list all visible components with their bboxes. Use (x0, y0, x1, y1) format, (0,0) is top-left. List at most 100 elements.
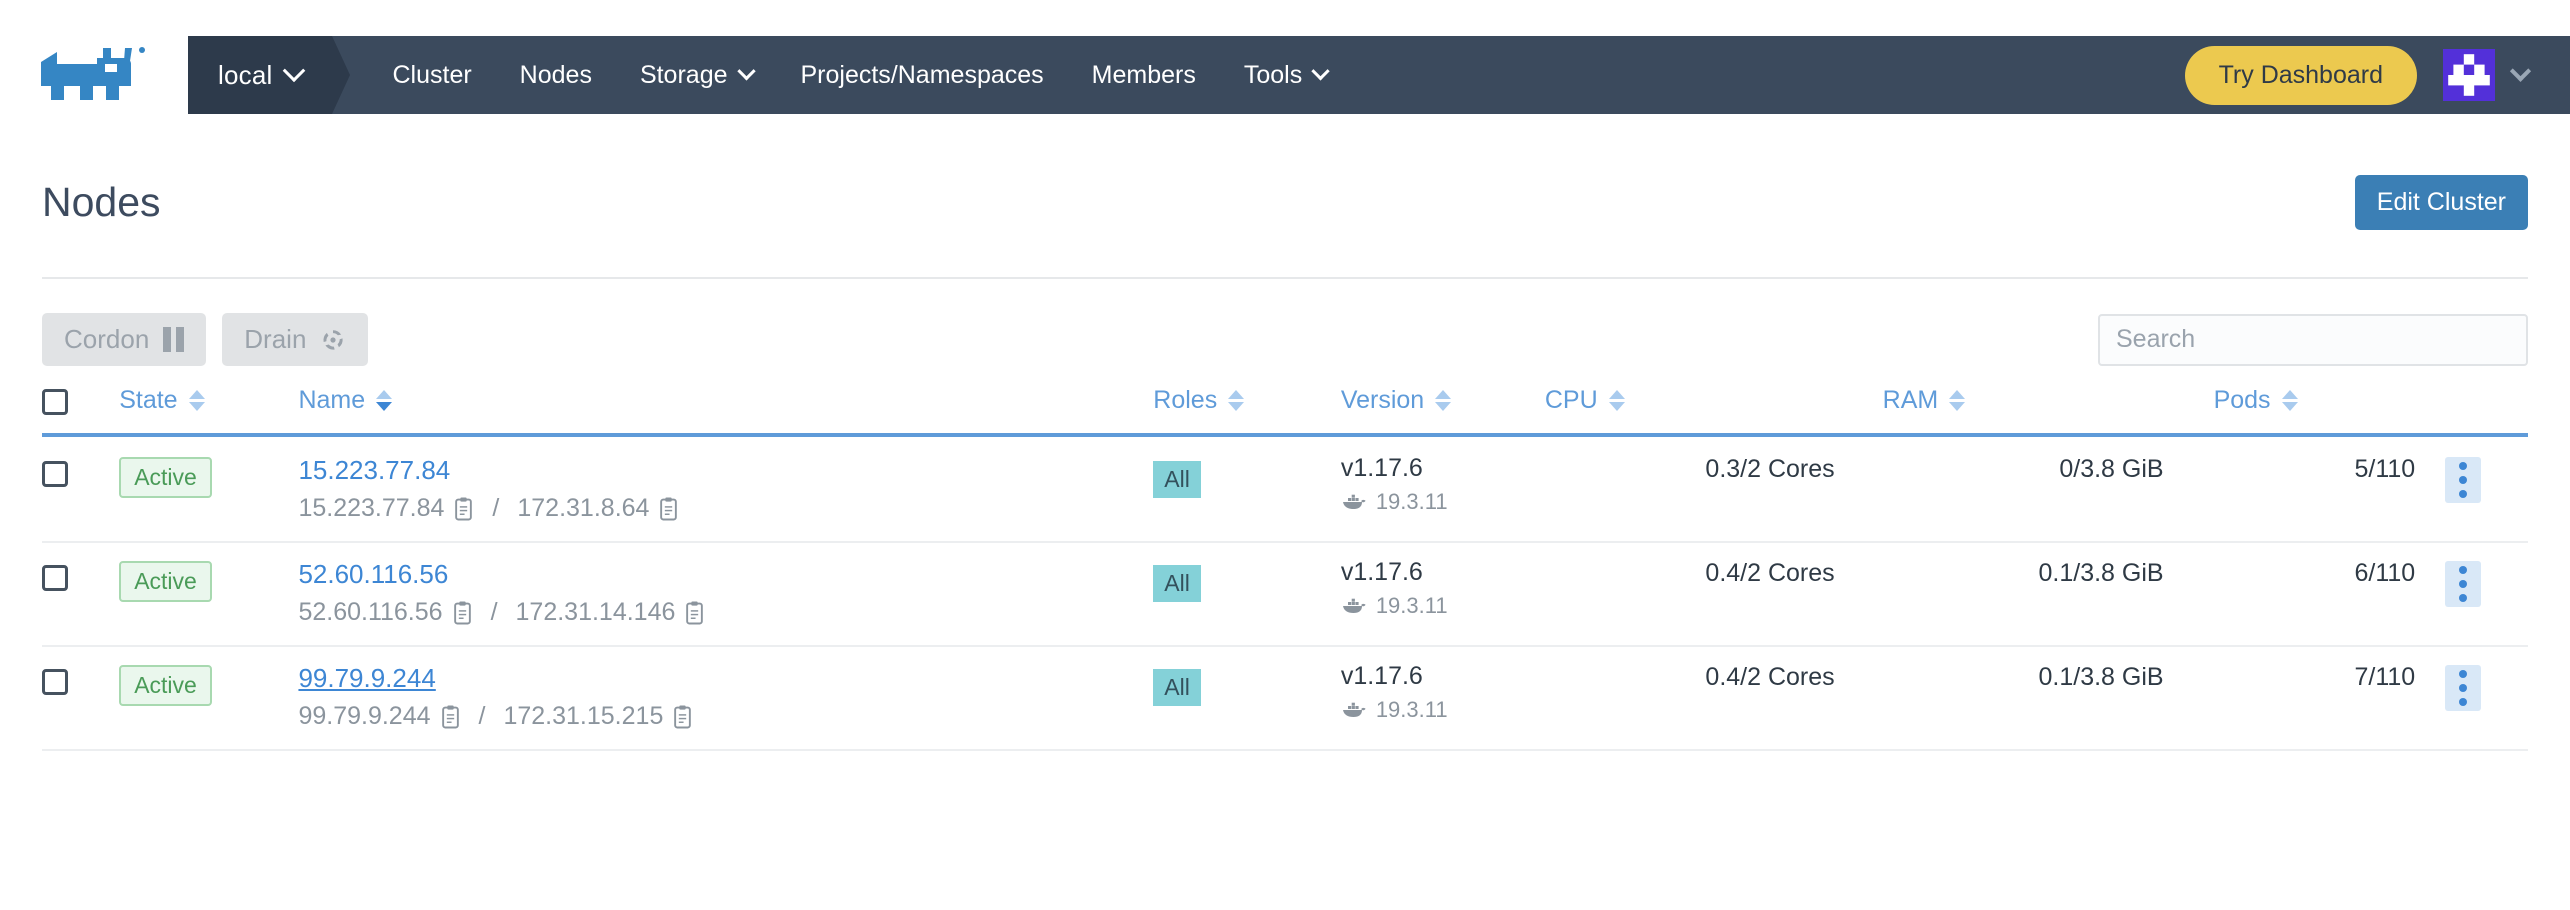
row-ram-cell: 0.1/3.8 GiB (1882, 542, 2214, 647)
page-title: Nodes (42, 179, 161, 225)
docker-version-line: 19.3.11 (1341, 489, 1545, 515)
node-name-link[interactable]: 52.60.116.56 (298, 559, 448, 590)
clipboard-copy-icon[interactable] (440, 704, 461, 730)
status-badge: Active (119, 665, 212, 706)
drain-refresh-icon (323, 329, 344, 350)
row-actions-cell (2445, 542, 2528, 647)
nav-right-group: Try Dashboard (2184, 45, 2570, 105)
nav-item-cluster[interactable]: Cluster (368, 36, 495, 114)
select-all-header (42, 383, 119, 435)
rancher-logo[interactable] (0, 36, 188, 114)
row-cpu-cell: 0.4/2 Cores (1544, 542, 1883, 647)
row-roles-cell: All (1153, 435, 1341, 543)
ip-separator: / (490, 598, 498, 626)
drain-button[interactable]: Drain (222, 313, 369, 366)
row-pods-cell: 5/110 (2213, 435, 2446, 543)
kubernetes-version: v1.17.6 (1340, 454, 1423, 482)
kubernetes-version: v1.17.6 (1340, 662, 1423, 690)
chevron-down-icon (2509, 60, 2532, 82)
select-all-checkbox[interactable] (42, 389, 68, 415)
page-header: Nodes Edit Cluster (42, 175, 2528, 230)
user-avatar-icon (2443, 49, 2495, 101)
drain-label: Drain (244, 324, 307, 354)
row-select-cell (42, 542, 120, 647)
main-nav-links: Cluster Nodes Storage Projects/Namespace… (332, 36, 2570, 114)
table-row[interactable]: Active 15.223.77.84 15.223.77.84 / 172.3… (42, 435, 2528, 543)
row-version-cell: v1.17.6 19.3.11 (1340, 435, 1545, 543)
sort-arrows-icon (376, 390, 393, 411)
pause-icon (163, 327, 185, 352)
row-checkbox[interactable] (42, 565, 68, 591)
column-header-name[interactable]: Name (298, 383, 1153, 435)
search-input[interactable] (2098, 313, 2528, 366)
nav-item-members[interactable]: Members (1068, 36, 1220, 114)
chevron-down-icon (1311, 61, 1330, 80)
column-header-state[interactable]: State (119, 383, 298, 435)
nav-item-nodes[interactable]: Nodes (496, 36, 616, 114)
sort-arrows-icon (1228, 390, 1245, 411)
node-name-link[interactable]: 99.79.9.244 (298, 663, 435, 694)
column-label: Pods (2213, 386, 2271, 414)
nav-item-tools[interactable]: Tools (1220, 36, 1351, 114)
table-header-row: State Name Roles Version CPU RAM Pods (42, 383, 2528, 435)
kebab-menu-icon[interactable] (2445, 457, 2482, 503)
row-roles-cell: All (1153, 542, 1341, 647)
clipboard-copy-icon[interactable] (684, 600, 705, 626)
top-navigation-bar: local Cluster Nodes Storage Projects/Nam… (0, 36, 2570, 114)
table-action-bar: Cordon Drain (42, 313, 2528, 366)
column-header-cpu[interactable]: CPU (1545, 383, 1883, 435)
nav-label: Projects/Namespaces (800, 60, 1044, 89)
table-row[interactable]: Active 52.60.116.56 52.60.116.56 / 172.3… (42, 542, 2528, 647)
chevron-down-icon (283, 59, 306, 83)
status-badge: Active (119, 561, 212, 602)
row-select-cell (42, 646, 120, 751)
kebab-menu-icon[interactable] (2445, 665, 2482, 711)
role-badge: All (1153, 461, 1201, 498)
cluster-selector-label: local (218, 59, 273, 90)
sort-arrows-icon (1608, 390, 1625, 411)
nav-label: Members (1091, 60, 1196, 89)
ip-separator: / (478, 702, 486, 730)
internal-ip: 172.31.15.215 (503, 702, 664, 730)
cluster-selector[interactable]: local (188, 36, 352, 114)
sort-arrows-icon (1435, 390, 1452, 411)
column-header-pods[interactable]: Pods (2214, 383, 2446, 435)
node-name-link[interactable]: 15.223.77.84 (298, 455, 450, 486)
try-dashboard-button[interactable]: Try Dashboard (2184, 45, 2417, 105)
row-checkbox[interactable] (42, 669, 68, 695)
nav-label: Tools (1243, 60, 1303, 89)
row-checkbox[interactable] (42, 461, 68, 487)
column-label: Name (298, 386, 366, 414)
docker-version: 19.3.11 (1375, 697, 1448, 723)
column-header-ram[interactable]: RAM (1883, 383, 2214, 435)
table-row[interactable]: Active 99.79.9.244 99.79.9.244 / 172.31.… (42, 646, 2528, 751)
external-ip: 99.79.9.244 (298, 702, 431, 730)
row-name-cell: 15.223.77.84 15.223.77.84 / 172.31.8.64 (298, 435, 1154, 543)
clipboard-copy-icon[interactable] (658, 496, 679, 522)
nav-item-storage[interactable]: Storage (616, 36, 777, 114)
clipboard-copy-icon[interactable] (672, 704, 693, 730)
row-ram-cell: 0/3.8 GiB (1882, 435, 2214, 543)
user-menu[interactable] (2443, 49, 2532, 101)
sort-arrows-icon (2281, 390, 2298, 411)
column-header-roles[interactable]: Roles (1153, 383, 1341, 435)
column-label: Roles (1153, 386, 1218, 414)
cordon-button[interactable]: Cordon (42, 313, 207, 366)
external-ip: 15.223.77.84 (298, 494, 445, 522)
status-badge: Active (119, 457, 212, 498)
ip-separator: / (492, 494, 500, 522)
nav-item-projects-namespaces[interactable]: Projects/Namespaces (777, 36, 1068, 114)
edit-cluster-button[interactable]: Edit Cluster (2354, 175, 2528, 230)
docker-whale-icon (1342, 702, 1366, 717)
role-badge: All (1153, 669, 1201, 706)
nodes-table: State Name Roles Version CPU RAM Pods Ac… (42, 383, 2528, 751)
column-header-version[interactable]: Version (1341, 383, 1545, 435)
clipboard-copy-icon[interactable] (452, 600, 473, 626)
nav-label: Nodes (519, 60, 592, 89)
clipboard-copy-icon[interactable] (453, 496, 474, 522)
row-pods-cell: 7/110 (2213, 646, 2446, 751)
row-actions-cell (2445, 435, 2528, 543)
row-cpu-cell: 0.3/2 Cores (1544, 435, 1883, 543)
docker-version-line: 19.3.11 (1341, 593, 1545, 619)
kebab-menu-icon[interactable] (2445, 561, 2482, 607)
